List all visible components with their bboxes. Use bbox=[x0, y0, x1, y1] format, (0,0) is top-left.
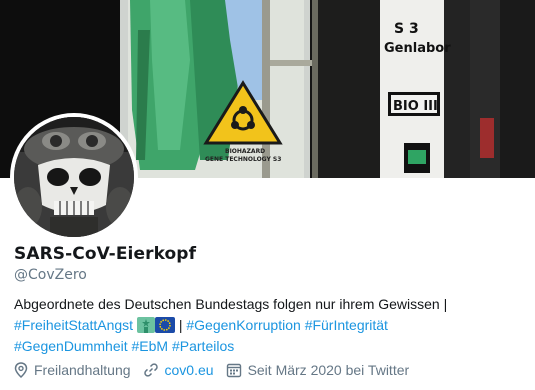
profile-meta: Freilandhaltung cov0.eu Seit März 2020 b… bbox=[14, 362, 421, 378]
bio-line-2: #FreiheitStattAngst | #GegenKorruption #… bbox=[14, 315, 526, 336]
profile-handle: @CovZero bbox=[14, 267, 87, 283]
profile-location: Freilandhaltung bbox=[14, 362, 131, 378]
website-link[interactable]: cov0.eu bbox=[165, 362, 214, 378]
link-icon bbox=[143, 363, 158, 377]
profile-bio: Abgeordnete des Deutschen Bundestags fol… bbox=[14, 294, 526, 357]
hashtag-gegen-dummheit[interactable]: #GegenDummheit bbox=[14, 338, 128, 354]
profile-join-date: Seit März 2020 bei Twitter bbox=[226, 362, 410, 378]
bio-line-1: Abgeordnete des Deutschen Bundestags fol… bbox=[14, 294, 526, 315]
hashtag-parteilos[interactable]: #Parteilos bbox=[172, 338, 234, 354]
hashtag-fuer-integritaet[interactable]: #FürIntegrität bbox=[305, 317, 388, 333]
location-pin-icon bbox=[14, 362, 28, 378]
join-date-text: Seit März 2020 bei Twitter bbox=[247, 362, 410, 378]
avatar-image bbox=[14, 117, 134, 237]
hashtag-gegen-korruption[interactable]: #GegenKorruption bbox=[186, 317, 300, 333]
profile-avatar[interactable] bbox=[10, 113, 138, 241]
banner-sign-lab: Genlabor bbox=[384, 41, 451, 56]
bio-line-3: #GegenDummheit #EbM #Parteilos bbox=[14, 336, 526, 357]
hashtag-freiheit-statt-angst[interactable]: #FreiheitStattAngst bbox=[14, 317, 133, 333]
location-text: Freilandhaltung bbox=[34, 362, 131, 378]
banner-hazard-line2: GENE TECHNOLOGY S3 bbox=[205, 156, 281, 163]
bio-separator: | bbox=[178, 317, 183, 333]
profile-display-name: SARS-CoV-Eierkopf bbox=[14, 244, 197, 264]
banner-hazard-line1: BIOHAZARD bbox=[225, 148, 265, 155]
banner-sign-room: S 3 bbox=[394, 21, 419, 37]
hashtag-ebm[interactable]: #EbM bbox=[132, 338, 169, 354]
banner-sign-level: BIO III bbox=[393, 99, 438, 114]
calendar-icon bbox=[226, 363, 241, 378]
profile-website[interactable]: cov0.eu bbox=[143, 362, 214, 378]
bio-text: Abgeordnete des Deutschen Bundestags fol… bbox=[14, 296, 448, 312]
skull-mask-icon bbox=[14, 117, 134, 237]
